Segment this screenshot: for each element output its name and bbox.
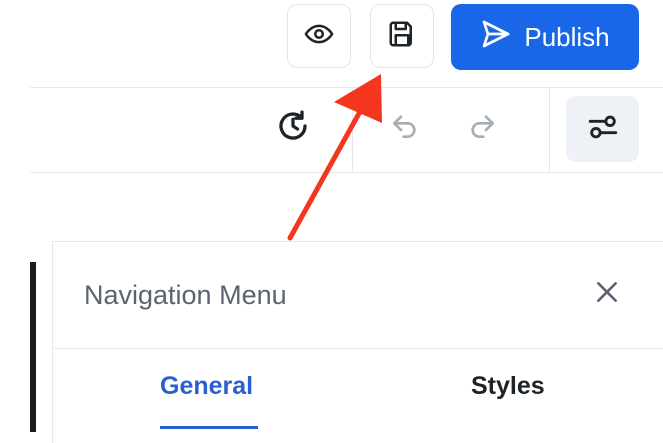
annotation-arrow — [287, 74, 382, 241]
annotation-arrow-shaft — [287, 105, 365, 241]
